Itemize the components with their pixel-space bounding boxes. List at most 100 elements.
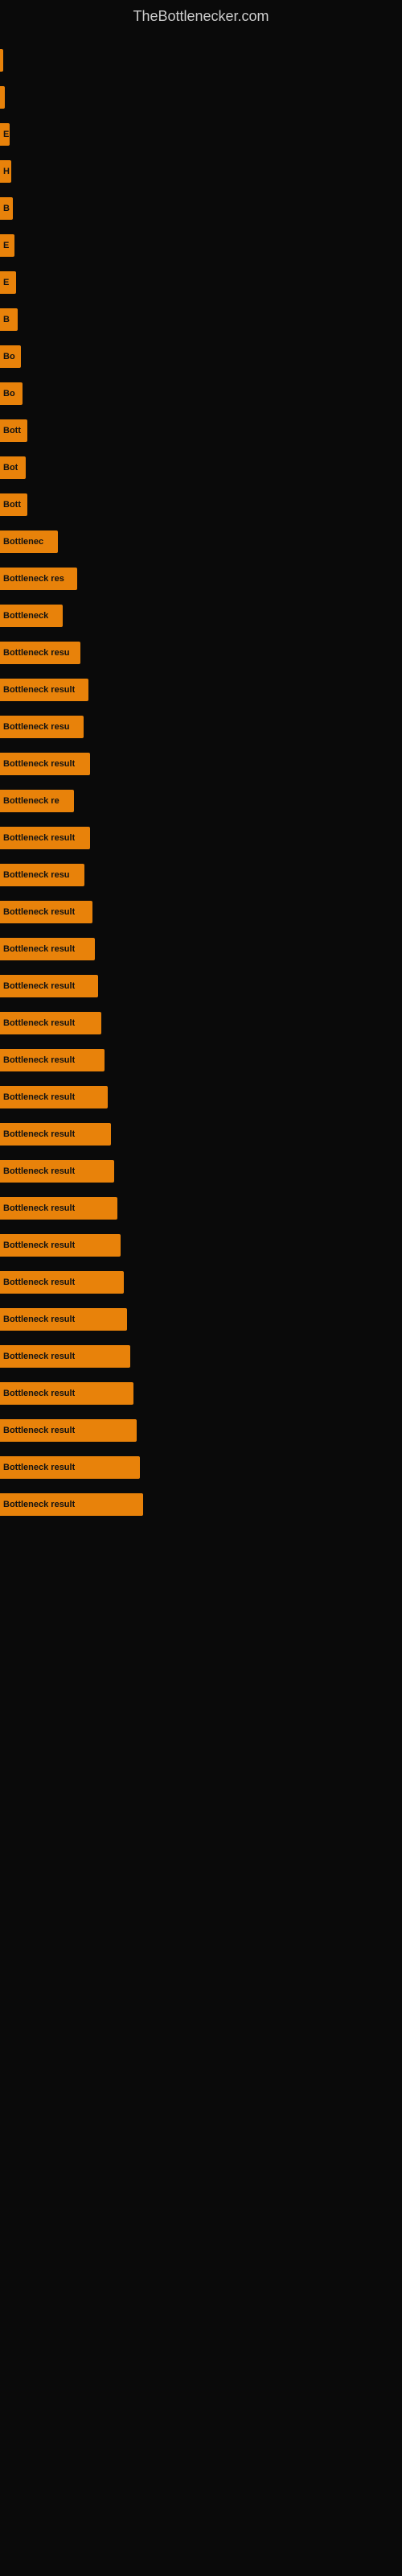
bar-row: H <box>0 156 402 187</box>
bar-row: Bottleneck result <box>0 971 402 1001</box>
bar-6: E <box>0 271 16 294</box>
bar-21: Bottleneck result <box>0 827 90 849</box>
bar-10: Bott <box>0 419 27 442</box>
bar-label-19: Bottleneck result <box>3 759 75 769</box>
bar-row: Bottleneck result <box>0 749 402 779</box>
bar-39: Bottleneck result <box>0 1493 143 1516</box>
bar-label-38: Bottleneck result <box>3 1463 75 1472</box>
bar-label-36: Bottleneck result <box>3 1389 75 1398</box>
bar-label-7: B <box>3 315 10 324</box>
bar-row: Bottleneck result <box>0 934 402 964</box>
bar-29: Bottleneck result <box>0 1123 111 1146</box>
bars-container: E H B E E B Bo Bo Bott Bot Bott Bottlenec Bottleneck… <box>0 29 402 1526</box>
bar-row: B <box>0 304 402 335</box>
bar-label-35: Bottleneck result <box>3 1352 75 1361</box>
bar-label-2: E <box>3 130 9 139</box>
bar-row: Bottleneck result <box>0 1452 402 1483</box>
bar-row: Bottleneck result <box>0 1193 402 1224</box>
bar-28: Bottleneck result <box>0 1086 108 1108</box>
bar-row: Bottlenec <box>0 526 402 557</box>
bar-row: Bottleneck re <box>0 786 402 816</box>
bar-row: Bottleneck res <box>0 564 402 594</box>
bar-label-18: Bottleneck resu <box>3 722 70 732</box>
bar-label-5: E <box>3 241 9 250</box>
bar-25: Bottleneck result <box>0 975 98 997</box>
bar-row: Bottleneck result <box>0 897 402 927</box>
bar-31: Bottleneck result <box>0 1197 117 1220</box>
bar-label-32: Bottleneck result <box>3 1241 75 1250</box>
bar-9: Bo <box>0 382 23 405</box>
bar-11: Bot <box>0 456 26 479</box>
bar-label-24: Bottleneck result <box>3 944 75 954</box>
bar-row: Bottleneck result <box>0 675 402 705</box>
bar-12: Bott <box>0 493 27 516</box>
bar-label-31: Bottleneck result <box>3 1203 75 1213</box>
bar-label-21: Bottleneck result <box>3 833 75 843</box>
bar-18: Bottleneck resu <box>0 716 84 738</box>
bar-row: Bottleneck resu <box>0 860 402 890</box>
bar-label-29: Bottleneck result <box>3 1129 75 1139</box>
bar-15: Bottleneck <box>0 605 63 627</box>
bar-label-25: Bottleneck result <box>3 981 75 991</box>
bar-30: Bottleneck result <box>0 1160 114 1183</box>
site-title-text: TheBottlenecker.com <box>0 0 402 29</box>
bar-row: Bottleneck result <box>0 1341 402 1372</box>
bar-23: Bottleneck result <box>0 901 92 923</box>
bar-3: H <box>0 160 11 183</box>
bar-row: Bot <box>0 452 402 483</box>
bar-row: Bo <box>0 378 402 409</box>
bar-20: Bottleneck re <box>0 790 74 812</box>
bar-row: E <box>0 230 402 261</box>
bar-label-3: H <box>3 167 10 176</box>
bar-row: Bottleneck result <box>0 1415 402 1446</box>
bar-4: B <box>0 197 13 220</box>
bar-row <box>0 45 402 76</box>
bar-row: Bott <box>0 489 402 520</box>
bar-label-33: Bottleneck result <box>3 1278 75 1287</box>
bar-row: Bottleneck result <box>0 1008 402 1038</box>
bar-16: Bottleneck resu <box>0 642 80 664</box>
bar-24: Bottleneck result <box>0 938 95 960</box>
bar-row: Bottleneck result <box>0 1489 402 1520</box>
bar-row: Bottleneck <box>0 601 402 631</box>
bar-label-13: Bottlenec <box>3 537 43 547</box>
bar-22: Bottleneck resu <box>0 864 84 886</box>
bar-row: E <box>0 119 402 150</box>
bar-1 <box>0 86 5 109</box>
bar-27: Bottleneck result <box>0 1049 105 1071</box>
bar-row: Bott <box>0 415 402 446</box>
bar-label-22: Bottleneck resu <box>3 870 70 880</box>
bar-label-11: Bot <box>3 463 18 473</box>
bar-row: Bottleneck result <box>0 1267 402 1298</box>
bar-row: E <box>0 267 402 298</box>
bar-label-23: Bottleneck result <box>3 907 75 917</box>
bar-8: Bo <box>0 345 21 368</box>
bar-36: Bottleneck result <box>0 1382 133 1405</box>
bar-label-27: Bottleneck result <box>3 1055 75 1065</box>
bar-label-14: Bottleneck res <box>3 574 64 584</box>
bar-row: Bottleneck result <box>0 1230 402 1261</box>
bar-38: Bottleneck result <box>0 1456 140 1479</box>
bar-label-17: Bottleneck result <box>3 685 75 695</box>
bar-row: Bottleneck resu <box>0 712 402 742</box>
bar-7: B <box>0 308 18 331</box>
bar-26: Bottleneck result <box>0 1012 101 1034</box>
bar-2: E <box>0 123 10 146</box>
bar-label-10: Bott <box>3 426 21 436</box>
bar-row: Bottleneck result <box>0 1156 402 1187</box>
bar-row: Bottleneck result <box>0 1045 402 1075</box>
bar-row: Bottleneck resu <box>0 638 402 668</box>
bar-label-9: Bo <box>3 389 15 398</box>
bar-33: Bottleneck result <box>0 1271 124 1294</box>
bar-label-16: Bottleneck resu <box>3 648 70 658</box>
bar-0 <box>0 49 3 72</box>
bar-label-28: Bottleneck result <box>3 1092 75 1102</box>
bar-row: Bottleneck result <box>0 823 402 853</box>
bar-label-30: Bottleneck result <box>3 1166 75 1176</box>
bar-14: Bottleneck res <box>0 568 77 590</box>
bar-32: Bottleneck result <box>0 1234 121 1257</box>
bar-label-8: Bo <box>3 352 15 361</box>
bar-row: Bottleneck result <box>0 1119 402 1150</box>
bar-row <box>0 82 402 113</box>
bar-label-4: B <box>3 204 10 213</box>
